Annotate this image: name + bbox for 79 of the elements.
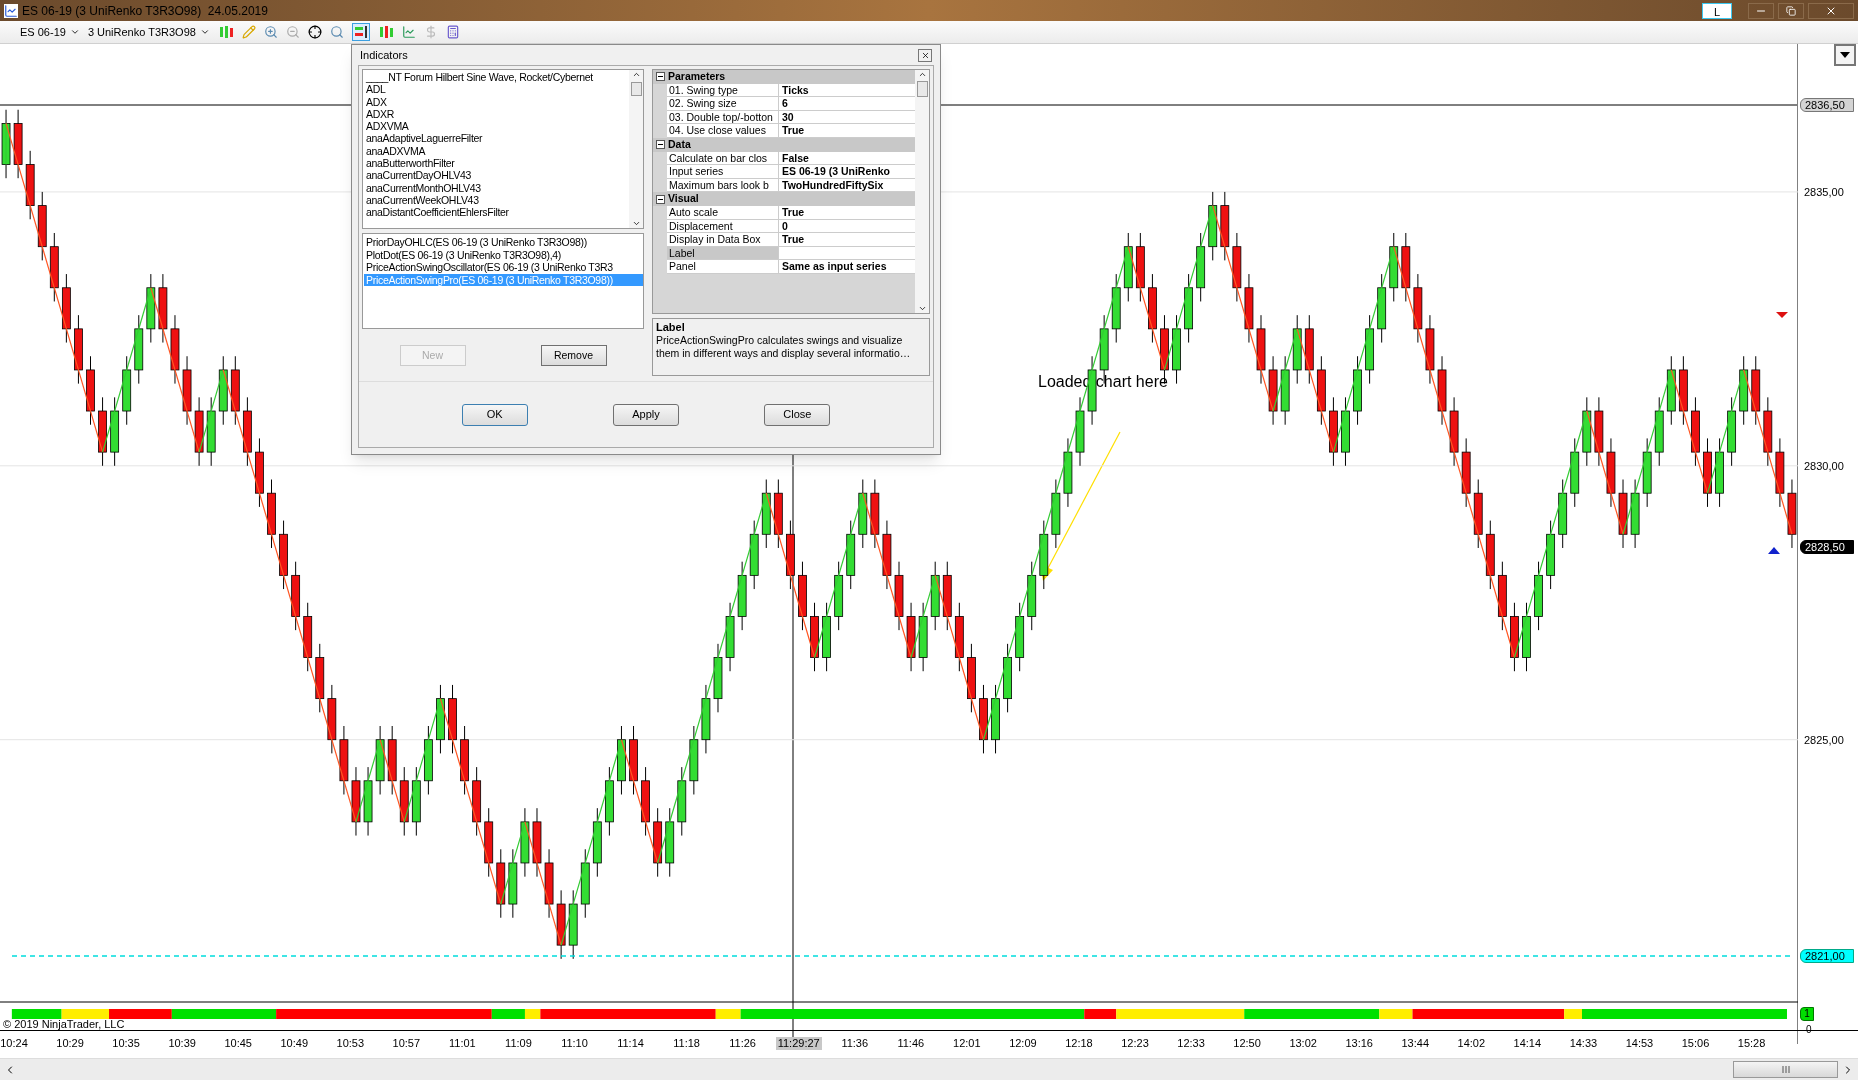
time-label: 11:09 [504, 1037, 533, 1050]
property-name[interactable]: Display in Data Box [667, 233, 779, 247]
time-label: 11:36 [840, 1037, 870, 1050]
time-label: 11:29:27 [775, 1037, 822, 1050]
time-label: 11:26 [728, 1037, 757, 1050]
time-label: 10:35 [111, 1037, 141, 1050]
instrument-dropdown[interactable]: ES 06-19 [12, 23, 80, 41]
dialog-title: Indicators [360, 47, 409, 63]
time-label: 11:46 [896, 1037, 926, 1050]
bar-type-dropdown[interactable]: 3 UniRenko T3R3O98 [87, 23, 210, 41]
category-label: Parameters [668, 70, 726, 84]
time-label: 14:02 [1456, 1037, 1487, 1050]
property-name[interactable]: 04. Use close values [667, 124, 779, 138]
time-label: 12:01 [952, 1037, 982, 1050]
copyright-text: © 2019 NinjaTrader, LLC [3, 1018, 125, 1030]
layout-button[interactable]: L [1702, 2, 1732, 19]
time-label: 13:16 [1344, 1037, 1374, 1050]
description-title: Label [656, 321, 686, 334]
indicator-item[interactable]: anaCurrentDayOHLV43 [366, 169, 629, 182]
price-tick: 2830,00 [1804, 459, 1844, 472]
indicator-item[interactable]: anaAdaptiveLaguerreFilter [366, 132, 629, 145]
time-label: 12:33 [1176, 1037, 1206, 1050]
property-value[interactable]: True [779, 124, 915, 138]
dialog-button[interactable]: OK [461, 403, 528, 426]
indicator-item[interactable]: ADXR [366, 107, 629, 121]
property-value[interactable]: Same as input series [779, 260, 915, 274]
time-label: 12:23 [1120, 1037, 1150, 1050]
time-label: 15:06 [1680, 1037, 1711, 1050]
time-label: 11:10 [560, 1037, 589, 1050]
indicator-item[interactable]: ____NT Forum Hilbert Sine Wave, Rocket/Cybernet [366, 71, 629, 84]
time-label: 10:29 [55, 1037, 85, 1050]
price-tag: 2821,00 [1800, 949, 1854, 963]
indicator-item[interactable]: anaCurrentWeekOHLV43 [366, 193, 629, 207]
description-text: PriceActionSwingPro calculates swings and visualize them in different ways and display several informatio… [656, 334, 912, 359]
window-title: ES 06-19 (3 UniRenko T3R3O98) 24.05.2019 [22, 2, 268, 20]
time-label: 10:49 [279, 1037, 309, 1050]
time-label: 15:28 [1736, 1037, 1767, 1050]
time-label: 14:14 [1512, 1037, 1543, 1050]
time-label: 10:45 [223, 1037, 253, 1050]
oscillator-tag: 1 [1800, 1007, 1814, 1021]
category-label: Visual [668, 191, 699, 207]
time-label: 12:18 [1064, 1037, 1094, 1050]
list-button[interactable]: Remove [540, 345, 607, 366]
applied-indicator-item[interactable]: PlotDot(ES 06-19 (3 UniRenko T3R3O98),4) [364, 248, 643, 261]
time-label: 10:24 [0, 1037, 29, 1050]
property-name[interactable]: Panel [667, 260, 779, 274]
indicator-item[interactable]: anaDistantCoefficientEhlersFilter [366, 206, 629, 219]
dialog-button[interactable]: Apply [613, 403, 679, 426]
time-label: 13:02 [1288, 1037, 1318, 1050]
price-tag: 2828,50 [1800, 540, 1854, 554]
time-label: 12:09 [1008, 1037, 1038, 1050]
property-value[interactable]: 6 [779, 97, 915, 111]
price-tick: 2825,00 [1804, 733, 1844, 746]
property-value[interactable]: True [779, 233, 915, 247]
applied-indicator-item[interactable]: PriorDayOHLC(ES 06-19 (3 UniRenko T3R3O98)) [364, 236, 643, 249]
category-label: Data [668, 136, 691, 152]
indicator-item[interactable]: anaButterworthFilter [366, 157, 629, 170]
time-label: 12:50 [1232, 1037, 1262, 1050]
indicator-item[interactable]: ADXVMA [366, 120, 629, 133]
time-label: 11:01 [448, 1037, 477, 1050]
indicator-item[interactable]: ADL [366, 83, 629, 96]
time-label: 10:53 [335, 1037, 366, 1050]
time-label: 14:53 [1624, 1037, 1655, 1050]
property-name[interactable]: Input series [667, 165, 779, 179]
time-label: 11:18 [672, 1037, 701, 1050]
time-label: 11:14 [616, 1037, 645, 1050]
indicator-item[interactable]: ADX [366, 95, 629, 108]
indicator-item[interactable]: anaCurrentMonthOHLV43 [366, 181, 629, 194]
indicator-item[interactable]: anaADXVMA [366, 144, 629, 158]
property-value[interactable]: ES 06-19 (3 UniRenko [779, 165, 915, 179]
time-label: 10:39 [167, 1037, 197, 1050]
time-label: 10:57 [391, 1037, 422, 1050]
dialog-button[interactable]: Close [764, 403, 831, 426]
applied-indicator-item[interactable]: PriceActionSwingOscillator(ES 06-19 (3 UniRenko T3R3 [364, 261, 643, 274]
price-tag: 2836,50 [1800, 98, 1854, 112]
time-label: 13:44 [1400, 1037, 1430, 1050]
property-name[interactable]: 02. Swing size [667, 97, 779, 111]
price-tick: 2835,00 [1804, 185, 1844, 198]
time-label: 14:33 [1568, 1037, 1599, 1050]
